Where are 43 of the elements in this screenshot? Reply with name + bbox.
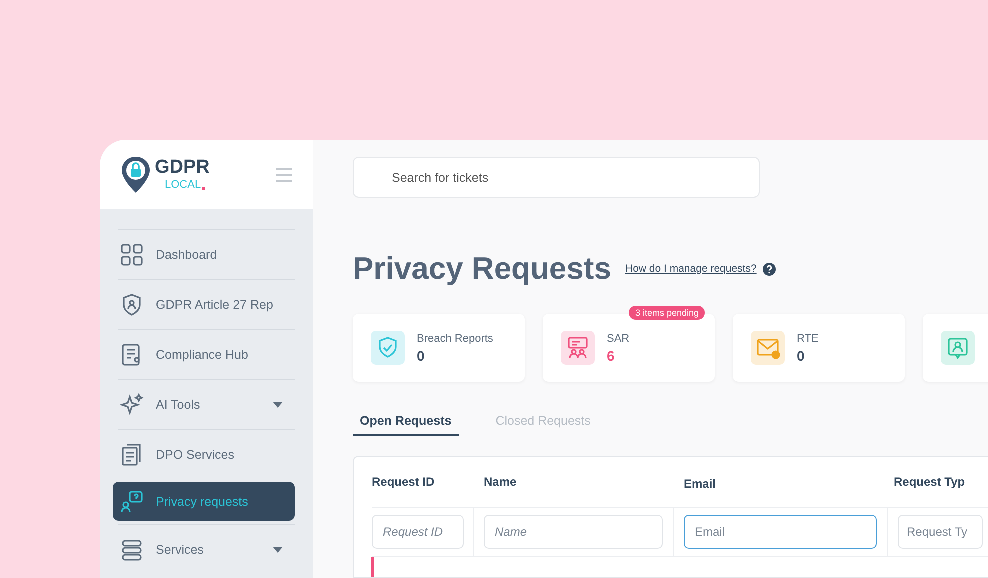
- shield-person-icon: [120, 292, 144, 316]
- sidebar-item[interactable]: AI Tools: [118, 383, 295, 426]
- caret-icon: [273, 546, 283, 552]
- help-icon[interactable]: [762, 262, 776, 276]
- sidebar-item[interactable]: DPO Services: [118, 433, 295, 476]
- documents-icon: [120, 442, 144, 466]
- chat-people-icon: [561, 331, 595, 365]
- row-marker: [371, 557, 374, 577]
- page-title: Privacy Requests: [353, 251, 612, 287]
- grid-icon: [120, 242, 144, 266]
- lock-pin-logo-icon: [121, 156, 151, 194]
- column-header: Name: [484, 475, 517, 489]
- sidebar-item[interactable]: Dashboard: [118, 233, 295, 276]
- stat-label: RTE: [797, 332, 819, 344]
- sidebar-item[interactable]: GDPR Article 27 Rep: [118, 283, 295, 326]
- shield-check-icon: [371, 331, 405, 365]
- filter-field[interactable]: Email: [684, 515, 877, 549]
- sidebar-item[interactable]: Services: [118, 528, 295, 571]
- envelope-icon: [751, 331, 785, 365]
- sidebar-item[interactable]: Compliance Hub: [118, 333, 295, 376]
- stat-value: 0: [417, 348, 426, 364]
- stat-card[interactable]: RTE 0: [733, 314, 905, 382]
- stacked-bars-icon: [120, 538, 144, 562]
- caret-icon: [273, 402, 283, 408]
- menu-icon[interactable]: [275, 166, 293, 182]
- help-link[interactable]: How do I manage requests?: [625, 263, 757, 275]
- stat-value: 6: [607, 348, 616, 364]
- search-field[interactable]: Search for tickets: [353, 157, 760, 198]
- stat-label: Breach Reports: [417, 332, 494, 344]
- column-header: Email: [684, 477, 716, 491]
- column-header: Request ID: [372, 475, 435, 489]
- chat-person-icon: [941, 331, 975, 365]
- sparkles-icon: [120, 392, 144, 416]
- stat-card[interactable]: Breach Reports 0: [353, 314, 525, 382]
- sidebar-item[interactable]: Privacy requests: [113, 482, 295, 521]
- stat-label: SAR: [607, 332, 630, 344]
- logo-title: GDPR: [155, 158, 210, 177]
- tab[interactable]: Open Requests: [353, 408, 459, 436]
- pending-badge: 3 items pending: [629, 306, 705, 320]
- stat-value: 0: [797, 348, 806, 364]
- logo-subtitle: LOCAL: [165, 180, 202, 191]
- chat-question-person-icon: [120, 490, 144, 514]
- column-header: Request Typ: [894, 475, 966, 489]
